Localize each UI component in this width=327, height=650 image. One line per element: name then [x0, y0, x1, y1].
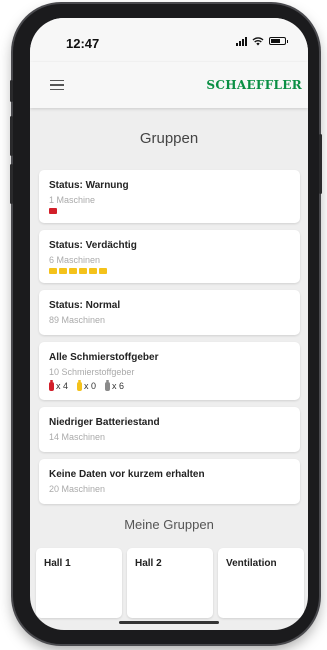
my-groups-title: Meine Gruppen	[124, 517, 214, 532]
machine-suspect-icon	[69, 268, 77, 274]
lubricator-gray-count: x 6	[112, 381, 125, 391]
machine-suspect-icon	[99, 268, 107, 274]
brand-logo: SCHAEFFLER	[206, 78, 302, 92]
card-subtitle: 6 Maschinen	[49, 255, 101, 265]
lubricator-yellow-count: x 0	[84, 381, 97, 391]
card-subtitle: 14 Maschinen	[49, 432, 106, 442]
volume-down-button	[10, 164, 13, 204]
card-low-battery[interactable]: Niedriger Batteriestand 14 Maschinen	[39, 407, 300, 452]
machine-suspect-icon	[79, 268, 87, 274]
card-title: Status: Warnung	[49, 180, 129, 191]
app-bar: SCHAEFFLER	[30, 62, 308, 108]
group-card-ventilation[interactable]: Ventilation	[218, 548, 304, 618]
lubricator-red-count: x 4	[56, 381, 69, 391]
status-time: 12:47	[66, 36, 100, 51]
volume-up-button	[10, 116, 13, 156]
card-status-suspect[interactable]: Status: Verdächtig 6 Maschinen	[39, 230, 300, 283]
lubricator-gray-icon	[105, 379, 111, 391]
main-content: Gruppen Status: Warnung 1 Maschine Statu…	[30, 108, 308, 618]
machine-suspect-icon	[59, 268, 67, 274]
signal-icon	[236, 36, 247, 46]
status-icons	[236, 36, 288, 46]
card-title: Alle Schmierstoffgeber	[49, 352, 159, 363]
machine-warning-icon	[49, 208, 57, 214]
card-title: Keine Daten vor kurzem erhalten	[49, 469, 205, 480]
my-groups-list: Hall 1 Hall 2 Ventilation	[30, 548, 308, 618]
card-status-warning[interactable]: Status: Warnung 1 Maschine	[39, 170, 300, 223]
status-bar: 12:47	[30, 18, 308, 62]
battery-icon	[269, 37, 288, 45]
group-card-hall-2[interactable]: Hall 2	[127, 548, 213, 618]
machine-suspect-icon	[49, 268, 57, 274]
hamburger-icon[interactable]	[50, 79, 64, 91]
mute-switch	[10, 80, 13, 102]
lubricator-yellow-icon	[77, 379, 83, 391]
page-title: Gruppen	[139, 130, 199, 147]
card-title: Status: Normal	[49, 300, 121, 311]
card-title: Status: Verdächtig	[49, 240, 137, 251]
machine-icons	[49, 208, 290, 214]
card-no-recent-data[interactable]: Keine Daten vor kurzem erhalten 20 Masch…	[39, 459, 300, 504]
card-status-normal[interactable]: Status: Normal 89 Maschinen	[39, 290, 300, 335]
machine-suspect-icon	[89, 268, 97, 274]
card-subtitle: 1 Maschine	[49, 195, 96, 205]
card-subtitle: 89 Maschinen	[49, 315, 106, 325]
group-card-hall-1[interactable]: Hall 1	[36, 548, 122, 618]
card-title: Niedriger Batteriestand	[49, 417, 160, 428]
card-subtitle: 10 Schmierstoffgeber	[49, 367, 135, 377]
wifi-icon	[252, 36, 264, 45]
home-indicator[interactable]	[119, 621, 219, 624]
lubricator-red-icon	[49, 379, 54, 391]
card-all-lubricators[interactable]: Alle Schmierstoffgeber 10 Schmierstoffge…	[39, 342, 300, 400]
phone-screen: 12:47 SCHAEFFLER Gruppen Status: Warnung…	[30, 18, 308, 630]
card-subtitle: 20 Maschinen	[49, 484, 106, 494]
lubricator-counts: x 4 x 0 x 6	[49, 379, 290, 391]
power-button	[319, 134, 322, 194]
machine-icons	[49, 268, 290, 274]
group-list: Status: Warnung 1 Maschine Status: Verdä…	[30, 170, 308, 504]
